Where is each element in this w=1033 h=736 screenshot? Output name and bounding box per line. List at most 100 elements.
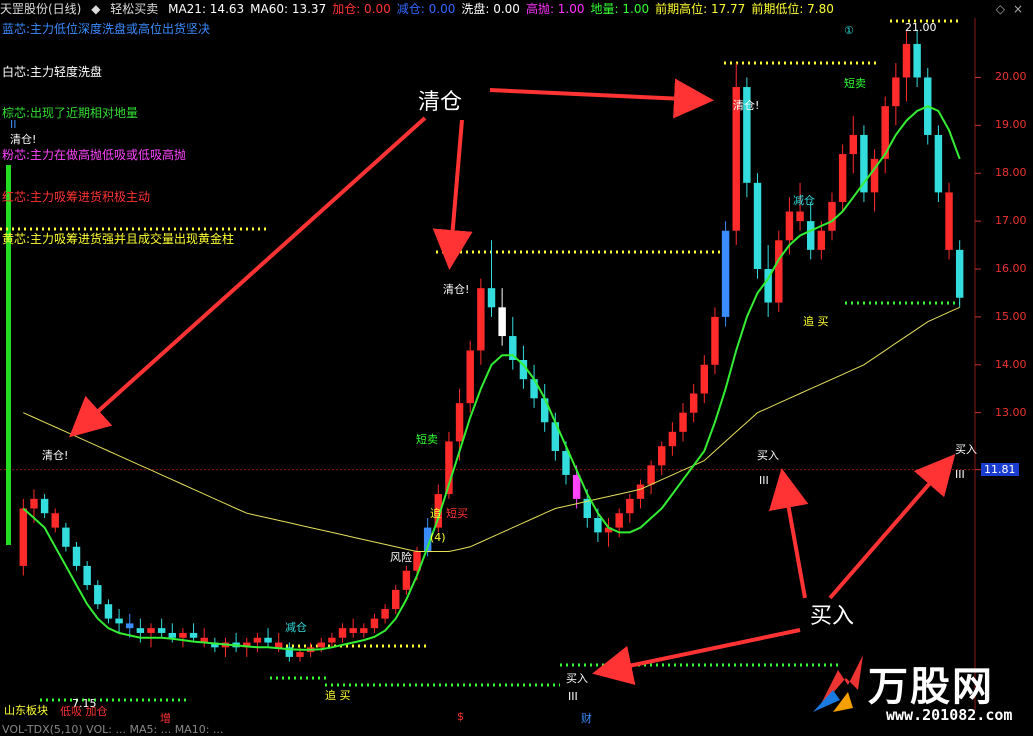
bottom-marker-cai: 财 [581,712,592,725]
arrow-qingcang-2 [432,119,473,270]
candle-body-41 [455,403,464,442]
logo-brand-text: 万股网 [868,664,994,710]
candle-body-32 [360,628,368,633]
jiancang-label-1: 减仓 [285,621,307,634]
mairu-label-1: 买入 [566,672,588,685]
candle-body-54 [594,518,602,533]
candle-body-13 [157,628,166,633]
qingcang-label-3: 清仓! [733,99,760,112]
candle-body-7 [94,585,102,605]
chart-header: 天罡股份(日线) ◆ 轻松买卖 MA21: 14.63 MA60: 13.37 加仓… [0,0,1033,18]
candle-body-60 [658,446,666,466]
y-axis [975,76,981,471]
candle-body-86 [934,134,943,193]
duanmai-label-2: 短卖 [844,77,866,90]
candle-body-61 [668,431,677,447]
ma-green-line [22,105,961,651]
mairu-label-2: 买入 [757,449,779,462]
roman3-label-1: III [568,690,578,703]
candle-body-30 [338,628,347,638]
candle-body-10 [126,623,134,629]
candle-body-26 [296,652,304,657]
candle-body-87 [945,192,953,250]
candle-body-23 [264,637,272,643]
bottom-bar: 增 $ 财 VOL-TDX(5,10) VOL: ... MA5: ... MA… [0,710,1033,736]
roman3-label-3: III [955,468,965,481]
left-qingcang-label: 清仓! [10,133,37,146]
legend-item-3: 粉芯:主力在做高抛低吸或低吸高抛 [2,148,187,162]
y-tick-label-6: 14.00 [995,357,1027,371]
header-value-4: 洗盘: 0.00 [461,2,520,16]
zhui-mai-label-2: 追 买 [803,315,829,328]
candle-body-77 [838,154,847,202]
candle-body-66 [721,230,730,317]
candle-body-33 [370,618,379,629]
header-value-2: 加仓: 0.00 [332,2,391,16]
candle-body-4 [62,527,70,547]
big-qingcang-label: 清仓 [418,90,463,115]
arrow-qingcang-1 [69,116,427,438]
y-tick-label-7: 13.00 [995,405,1027,419]
candle-body-14 [168,632,177,638]
qingcang-label-1: 清仓! [42,449,69,462]
candle-body-16 [189,632,198,638]
duanmai-buy-label: 短买 [446,507,468,520]
candle-body-69 [753,182,762,270]
candle-body-29 [328,637,336,643]
candle-body-75 [817,230,826,250]
candle-body-59 [647,465,655,485]
y-tick-label-8: 11.81 [981,462,1019,476]
indicator-values: MA21: 14.63 MA60: 13.37 加仓: 0.00 减仓: 0.00 洗盘… [168,2,840,16]
stock-name[interactable]: 天罡股份(日线) [0,2,81,16]
indicator-name[interactable]: 轻松买卖 [110,2,158,16]
candle-body-72 [785,211,794,241]
candle-body-3 [51,513,59,528]
header-value-0: MA21: 14.63 [168,2,245,16]
legend-item-2: 棕芯:出现了近期相对地量 [2,106,139,120]
volume-indicator-text[interactable]: VOL-TDX(5,10) VOL: ... MA5: ... MA10: ..… [2,723,223,736]
legend-item-5: 黄芯:主力吸筹进货强并且成交量出现黄金柱 [2,232,235,246]
legend-item-0: 蓝芯:主力低位深度洗盘或高位出货坚决 [2,22,211,36]
candles-group [19,29,964,662]
candle-body-24 [274,642,283,648]
y-tick-label-1: 19.00 [995,118,1027,132]
candle-body-22 [253,637,262,643]
zhui-mai-label-1: 追 买 [325,689,351,702]
candle-body-43 [477,288,485,351]
arrow-mairu-2 [828,453,956,600]
candle-body-78 [849,134,857,155]
candle-body-57 [626,498,634,514]
header-value-1: MA60: 13.37 [250,2,327,16]
candle-body-15 [179,632,187,638]
circled-4-label: (4) [430,531,446,544]
candle-body-74 [806,221,815,250]
circled-1-label: ① [844,24,854,37]
candle-body-62 [679,412,687,432]
header-value-8: 前期低位: 7.80 [751,2,834,16]
left-roman-marker: II [10,118,17,131]
candle-body-2 [40,498,49,514]
top-price-label: 21.00 [905,21,937,34]
close-icon[interactable]: × [1013,0,1023,18]
candle-body-35 [392,589,400,610]
candle-body-34 [381,609,389,619]
candle-body-36 [402,570,411,590]
qingcang-label-2: 清仓! [443,283,470,296]
candle-body-65 [711,316,719,365]
candle-body-28 [317,642,325,648]
candle-body-56 [615,513,623,528]
arrow-mairu-1 [768,468,809,599]
candle-body-63 [689,393,698,413]
jiancang-label-2: 减仓 [793,194,815,207]
candle-body-5 [72,546,81,566]
candle-body-8 [104,604,113,619]
candle-body-71 [775,240,783,303]
y-tick-label-2: 18.00 [995,166,1027,180]
ma-yellow-line [23,306,960,552]
settings-icon[interactable]: ◇ [996,0,1005,18]
y-tick-label-4: 16.00 [995,262,1027,275]
candlestick-chart [0,0,981,710]
header-value-7: 前期高位: 17.77 [655,2,746,16]
bottom-marker-dollar: $ [457,710,464,723]
candle-body-73 [796,211,804,222]
